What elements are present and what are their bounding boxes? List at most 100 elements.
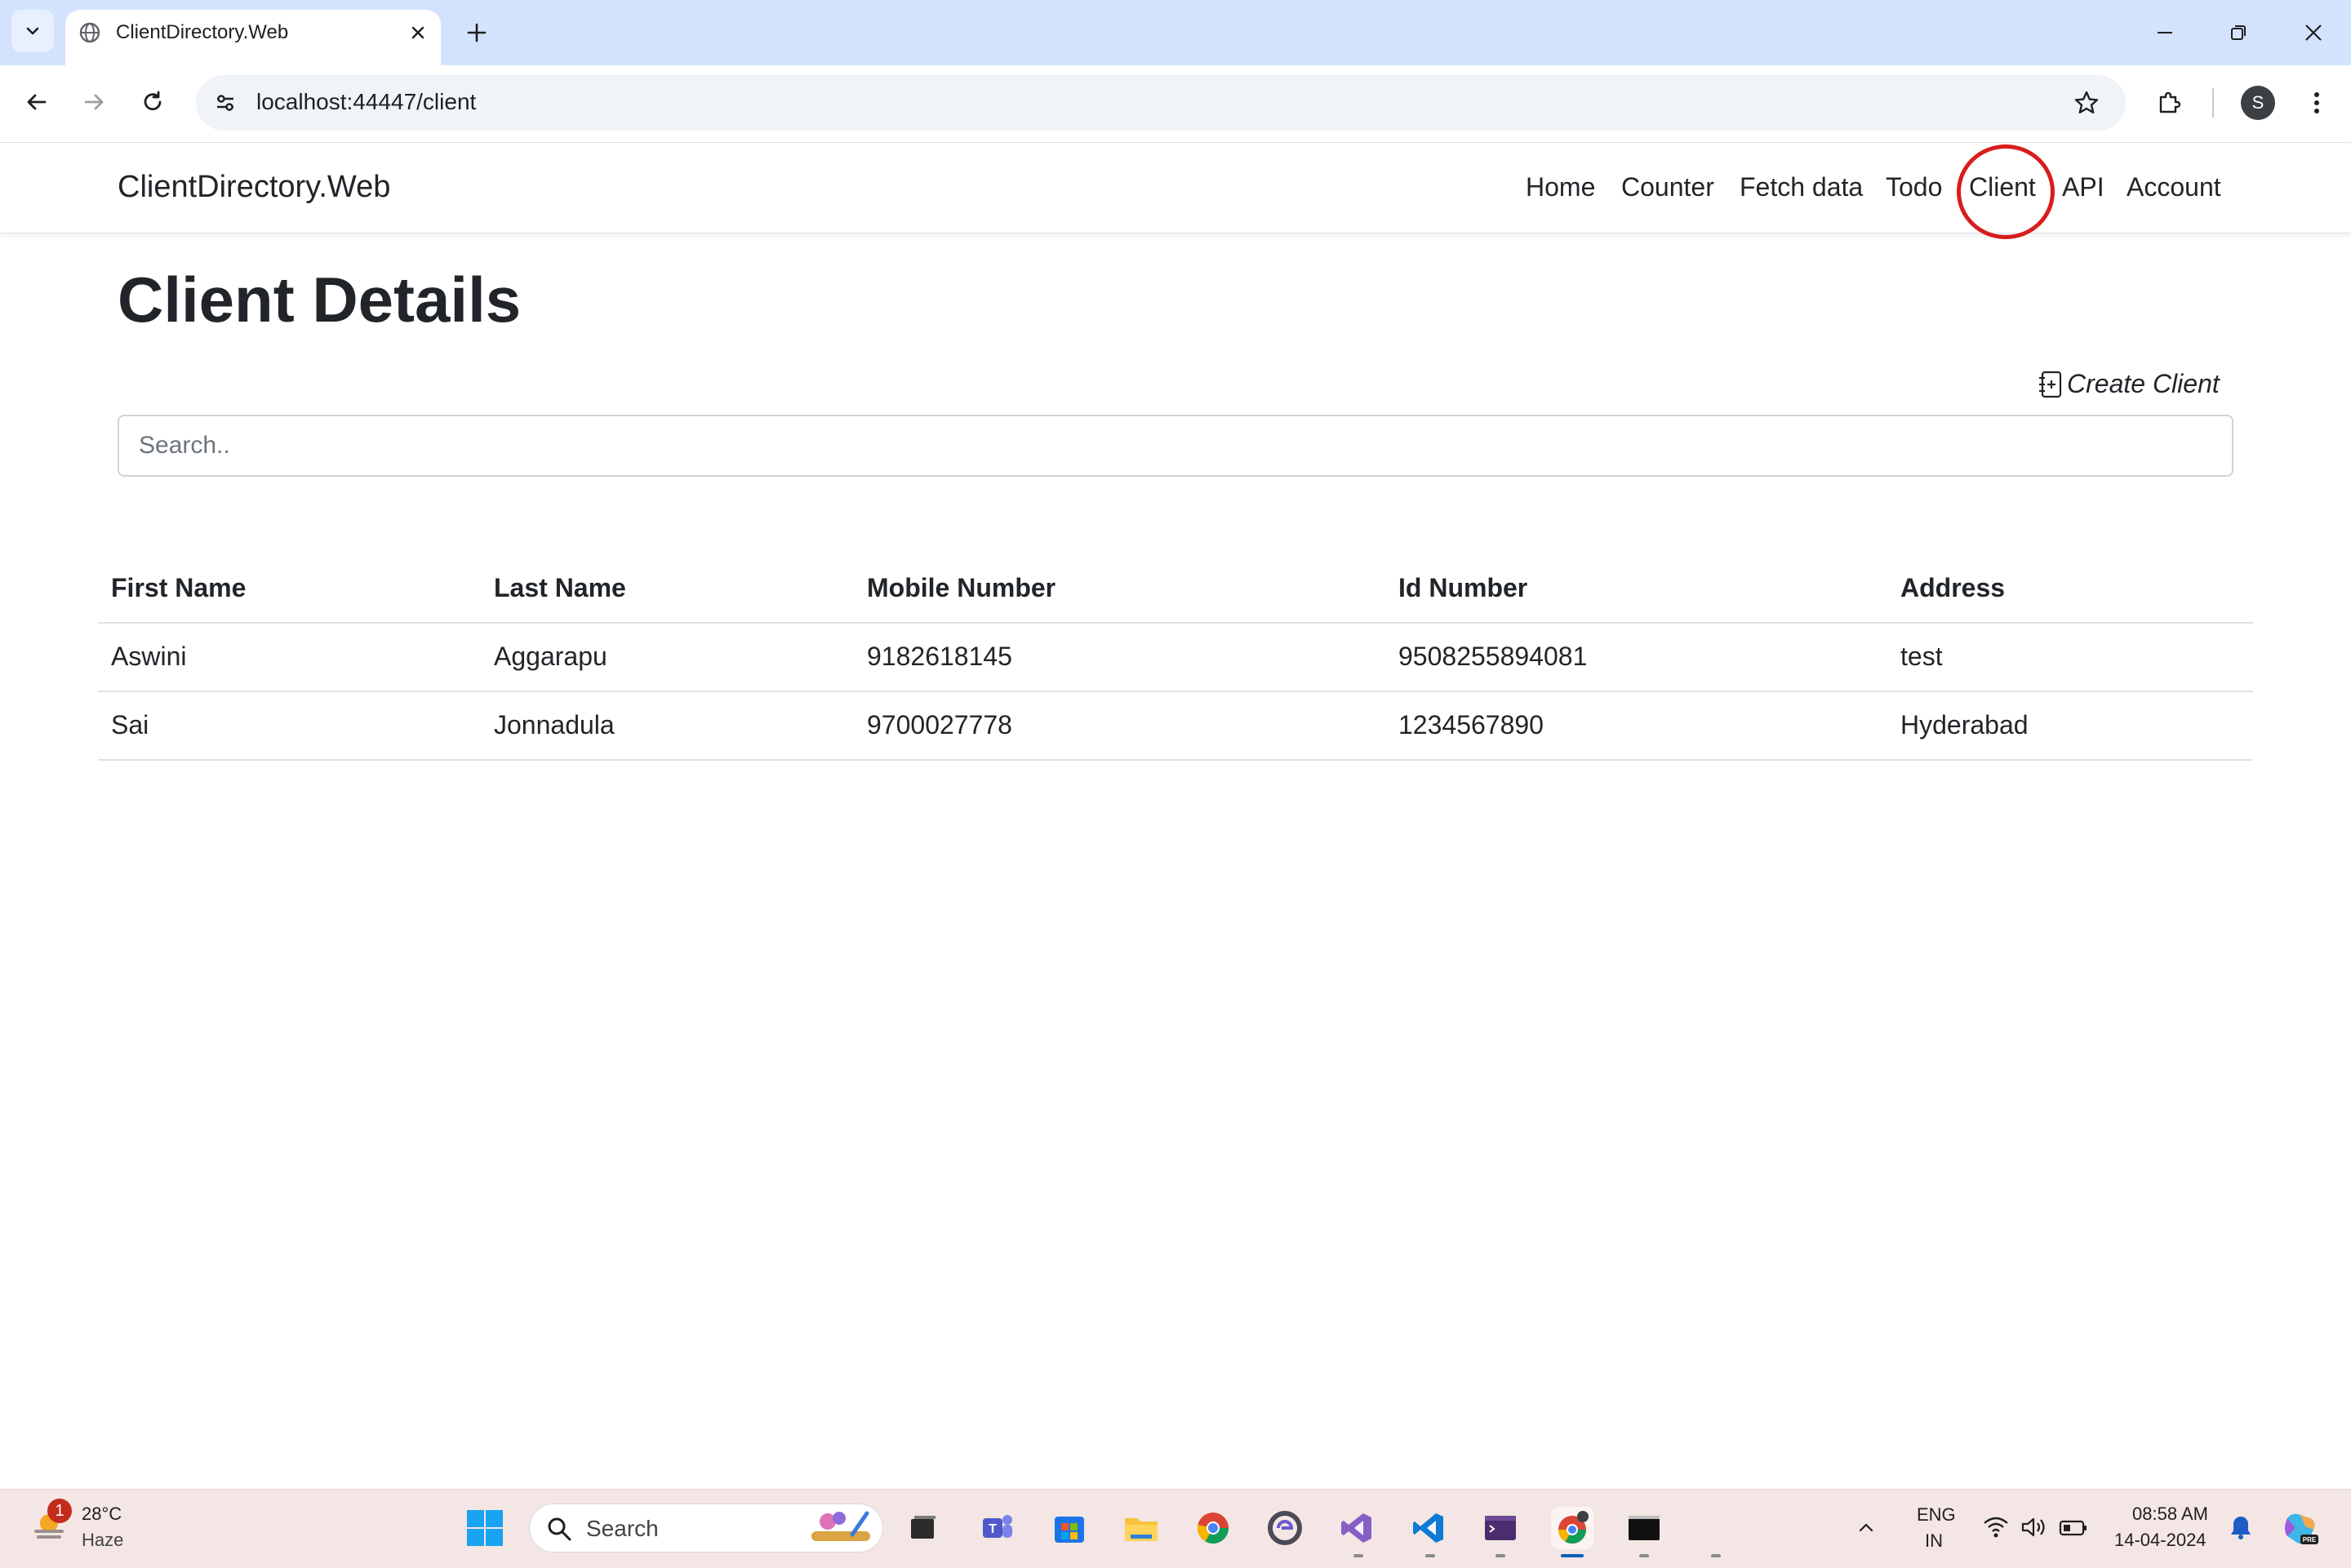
cell-last-name: Jonnadula [494,710,615,740]
svg-text:PRE: PRE [2303,1536,2317,1544]
search-input[interactable] [118,415,2233,477]
create-client-link[interactable]: Create Client [2038,369,2220,399]
close-window-button[interactable] [2281,11,2346,54]
svg-text:T: T [989,1522,997,1536]
cell-address: test [1900,642,1943,671]
nav-link-home[interactable]: Home [1526,172,1595,202]
column-header-mobile-number[interactable]: Mobile Number [867,573,1056,603]
star-icon [2074,91,2099,113]
add-document-icon [2039,371,2062,398]
more-vertical-icon [2314,92,2319,113]
puzzle-icon [2159,91,2181,113]
url-text[interactable]: localhost:44447/client [256,89,476,115]
terminal-admin-icon[interactable] [1479,1507,1522,1549]
forward-button[interactable] [73,82,114,122]
volume-icon[interactable] [2020,1515,2047,1539]
toolbar-divider [2212,88,2214,118]
chevron-up-icon [1859,1523,1873,1532]
teams-icon[interactable]: T [976,1507,1019,1549]
nav-link-fetch-data[interactable]: Fetch data [1740,172,1863,202]
tab-close-button[interactable] [403,18,433,47]
arrow-left-icon [27,94,47,110]
annotation-circle [1957,144,2055,239]
running-indicator [1353,1554,1363,1557]
running-indicator [1495,1554,1505,1557]
weather-temperature[interactable]: 28°C [82,1504,122,1525]
running-indicator [1711,1554,1721,1557]
table-header-row: First Name Last Name Mobile Number Id Nu… [98,555,2253,624]
plus-icon [467,23,487,42]
language-code[interactable]: ENG [1917,1504,1956,1526]
column-header-first-name[interactable]: First Name [111,573,246,603]
reload-icon [144,91,162,111]
visual-studio-icon[interactable] [1335,1507,1378,1549]
nav-link-account[interactable]: Account [2127,172,2221,202]
notification-bell-icon[interactable] [2229,1513,2253,1541]
task-view-icon[interactable] [901,1507,944,1549]
running-indicator [1639,1554,1649,1557]
edge-beta-icon[interactable] [1264,1507,1306,1549]
cell-id-number: 9508255894081 [1398,642,1588,671]
running-indicator [1425,1554,1435,1557]
chrome-icon[interactable] [1192,1507,1234,1549]
cell-last-name: Aggarapu [494,642,607,671]
taskbar-search-label: Search [586,1516,659,1541]
extensions-button[interactable] [2150,83,2189,122]
notification-badge: 1 [47,1499,72,1523]
column-header-last-name[interactable]: Last Name [494,573,626,603]
address-bar[interactable] [196,75,2126,131]
tune-icon [217,95,233,111]
show-hidden-icons-button[interactable] [1850,1507,1882,1549]
reload-button[interactable] [132,82,173,122]
column-header-id-number[interactable]: Id Number [1398,573,1527,603]
cell-mobile-number: 9182618145 [867,642,1012,671]
app-brand[interactable]: ClientDirectory.Web [118,170,390,205]
client-table: First Name Last Name Mobile Number Id Nu… [98,555,2253,761]
search-highlight-illustration-icon [811,1511,870,1541]
arrow-right-icon [84,94,104,110]
bookmark-button[interactable] [2067,83,2106,122]
clock-time[interactable]: 08:58 AM [2132,1504,2208,1525]
restore-icon [2231,25,2246,40]
table-row[interactable]: Aswini Aggarapu 9182618145 9508255894081… [98,624,2253,692]
microsoft-store-icon[interactable] [1048,1507,1091,1549]
minimize-button[interactable] [2132,11,2198,54]
nav-link-todo[interactable]: Todo [1886,172,1942,202]
new-tab-button[interactable] [460,16,493,49]
active-indicator [1561,1554,1584,1557]
nav-link-api[interactable]: API [2062,172,2104,202]
chevron-down-icon [26,27,39,35]
search-icon [548,1517,571,1541]
nav-link-counter[interactable]: Counter [1621,172,1714,202]
site-info-button[interactable] [207,85,243,121]
page-title: Client Details [118,264,522,335]
language-region[interactable]: IN [1925,1530,1943,1552]
cell-address: Hyderabad [1900,710,2029,740]
chrome-profile-icon[interactable] [1551,1507,1593,1549]
close-icon [2305,24,2322,41]
back-button[interactable] [16,82,57,122]
file-explorer-icon[interactable] [1120,1507,1162,1549]
battery-icon[interactable] [2059,1518,2088,1538]
table-row[interactable]: Sai Jonnadula 9700027778 1234567890 Hyde… [98,692,2253,761]
weather-condition[interactable]: Haze [82,1530,123,1551]
copilot-icon[interactable]: PRE [2281,1508,2320,1548]
close-icon [411,26,424,39]
vscode-icon[interactable] [1407,1507,1450,1549]
create-client-label: Create Client [2067,369,2220,398]
column-header-address[interactable]: Address [1900,573,2005,603]
cell-id-number: 1234567890 [1398,710,1544,740]
windows-start-icon[interactable] [465,1508,504,1548]
clock-date[interactable]: 14-04-2024 [2114,1530,2207,1551]
tab-title: ClientDirectory.Web [116,21,289,43]
globe-icon [79,22,100,43]
cell-first-name: Aswini [111,642,187,671]
wifi-icon[interactable] [1982,1515,2010,1539]
browser-menu-button[interactable] [2300,83,2333,122]
restore-button[interactable] [2206,11,2271,54]
profile-avatar[interactable]: S [2241,86,2275,120]
tab-search-button[interactable] [11,10,54,52]
minimize-icon [2158,32,2172,33]
command-prompt-icon[interactable] [1623,1507,1665,1549]
cell-first-name: Sai [111,710,149,740]
